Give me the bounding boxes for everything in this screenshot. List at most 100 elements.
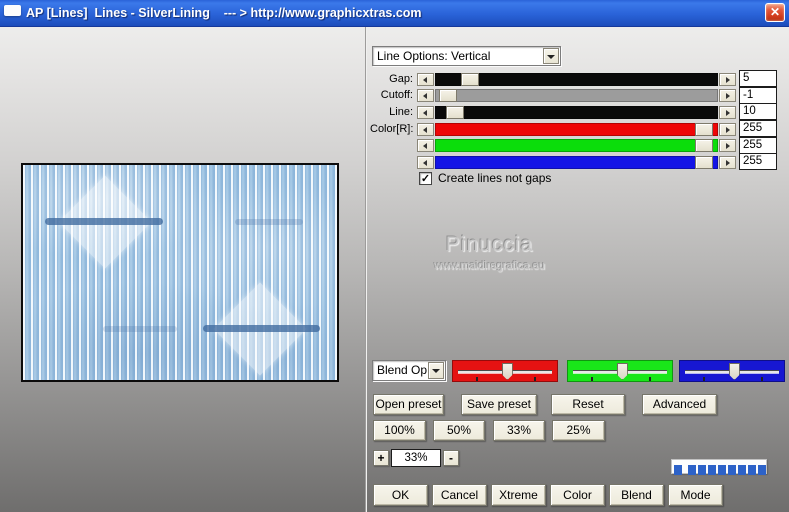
color-green-slider-decrement-button[interactable] — [417, 139, 434, 152]
progress-segment — [738, 465, 747, 475]
create-lines-checkbox-label: Create lines not gaps — [438, 171, 552, 185]
cutoff-slider-decrement-button[interactable] — [417, 89, 434, 102]
preview-dash-shape — [103, 326, 177, 332]
tick-mark — [590, 377, 593, 381]
scale-33-button[interactable]: 33% — [493, 420, 545, 441]
dropdown-arrow-button[interactable] — [543, 48, 559, 64]
color-button[interactable]: Color — [550, 484, 605, 506]
color-red-slider-thumb[interactable] — [694, 123, 713, 136]
color-red-slider-decrement-button[interactable] — [417, 123, 434, 136]
color-red-slider-increment-button[interactable] — [719, 123, 736, 136]
progress-segment — [758, 465, 767, 475]
blend-button[interactable]: Blend — [609, 484, 664, 506]
tick-mark — [761, 377, 764, 381]
color-red-value-field[interactable]: 255 — [739, 120, 777, 137]
color-green-value-field[interactable]: 255 — [739, 137, 777, 154]
watermark-site: www.maidiregrafica.eu — [434, 260, 545, 272]
blend-red-slider[interactable] — [452, 360, 558, 382]
arrow-right-icon — [726, 93, 730, 99]
title-bar[interactable]: AP [Lines] Lines - SilverLining --- > ht… — [0, 0, 789, 27]
blend-red-slider-thumb[interactable] — [501, 363, 513, 380]
open-preset-button[interactable]: Open preset — [373, 394, 444, 415]
progress-bar — [671, 459, 767, 475]
arrow-left-icon — [423, 143, 427, 149]
color-green-slider-increment-button[interactable] — [719, 139, 736, 152]
color-red-slider-label: Color[R]: — [370, 123, 414, 135]
color-blue-slider-thumb[interactable] — [694, 156, 713, 169]
zoom-level-field[interactable]: 33% — [391, 449, 441, 467]
blend-green-slider[interactable] — [567, 360, 673, 382]
mode-button[interactable]: Mode — [668, 484, 723, 506]
gap-slider-label: Gap: — [389, 73, 413, 85]
color-blue-slider-increment-button[interactable] — [719, 156, 736, 169]
cutoff-value-field[interactable]: -1 — [739, 87, 777, 104]
color-blue-slider-track[interactable] — [435, 156, 718, 169]
dropdown-arrow-button[interactable] — [428, 362, 444, 379]
gap-slider-decrement-button[interactable] — [417, 73, 434, 86]
blend-blue-slider[interactable] — [679, 360, 785, 382]
gap-slider-increment-button[interactable] — [719, 73, 736, 86]
cutoff-slider-increment-button[interactable] — [719, 89, 736, 102]
zoom-out-button[interactable]: - — [443, 450, 459, 466]
progress-segment — [674, 465, 682, 475]
tick-mark — [702, 377, 705, 381]
app-icon — [4, 5, 21, 16]
color-green-slider-track[interactable] — [435, 139, 718, 152]
blend-green-slider-thumb[interactable] — [616, 363, 628, 380]
progress-segment — [698, 465, 707, 475]
scale-100-button[interactable]: 100% — [373, 420, 426, 441]
xtreme-button[interactable]: Xtreme — [491, 484, 546, 506]
scale-50-button[interactable]: 50% — [433, 420, 485, 441]
watermark: Pinuccia www.maidiregrafica.eu — [377, 233, 602, 272]
preview-dash-shape — [45, 218, 163, 225]
line-slider-increment-button[interactable] — [719, 106, 736, 119]
tick-mark — [475, 377, 478, 381]
line-options-selected-value: Line Options: Vertical — [377, 49, 491, 63]
blend-blue-slider-thumb[interactable] — [728, 363, 740, 380]
blend-options-dropdown[interactable]: Blend Opti — [372, 360, 446, 381]
arrow-right-icon — [726, 127, 730, 133]
advanced-button[interactable]: Advanced — [642, 394, 717, 415]
line-value-field[interactable]: 10 — [739, 103, 777, 120]
progress-segment — [688, 465, 697, 475]
line-slider-label: Line: — [389, 106, 413, 118]
ok-button[interactable]: OK — [373, 484, 428, 506]
progress-segment — [748, 465, 757, 475]
arrow-left-icon — [423, 127, 427, 133]
line-options-dropdown[interactable]: Line Options: Vertical — [372, 46, 561, 66]
line-slider-decrement-button[interactable] — [417, 106, 434, 119]
gap-value-field[interactable]: 5 — [739, 70, 777, 87]
color-blue-value-field[interactable]: 255 — [739, 153, 777, 170]
arrow-right-icon — [726, 160, 730, 166]
gap-slider-track[interactable] — [435, 73, 718, 86]
line-slider-thumb[interactable] — [445, 106, 464, 119]
arrow-right-icon — [726, 143, 730, 149]
preview-dash-shape — [235, 219, 303, 225]
color-green-slider-thumb[interactable] — [694, 139, 713, 152]
image-preview[interactable] — [21, 163, 339, 382]
create-lines-checkbox[interactable]: ✓ — [419, 172, 432, 185]
panel-divider — [365, 27, 367, 512]
cutoff-slider-track[interactable] — [435, 89, 718, 102]
gap-slider-thumb[interactable] — [461, 73, 480, 86]
save-preset-button[interactable]: Save preset — [461, 394, 537, 415]
zoom-in-button[interactable]: + — [373, 450, 389, 466]
progress-segment — [718, 465, 727, 475]
arrow-right-icon — [726, 77, 730, 83]
reset-button[interactable]: Reset — [551, 394, 625, 415]
arrow-right-icon — [726, 110, 730, 116]
cutoff-slider-label: Cutoff: — [380, 89, 413, 101]
cutoff-slider-thumb[interactable] — [438, 89, 457, 102]
cancel-button[interactable]: Cancel — [432, 484, 487, 506]
scale-25-button[interactable]: 25% — [552, 420, 605, 441]
chevron-down-icon — [432, 369, 440, 373]
progress-segment — [728, 465, 737, 475]
watermark-name: Pinuccia — [445, 233, 534, 256]
chevron-down-icon — [547, 55, 555, 59]
tick-mark — [649, 377, 652, 381]
color-red-slider-track[interactable] — [435, 123, 718, 136]
color-blue-slider-decrement-button[interactable] — [417, 156, 434, 169]
close-button[interactable]: ✕ — [765, 3, 785, 22]
arrow-left-icon — [423, 110, 427, 116]
line-slider-track[interactable] — [435, 106, 718, 119]
